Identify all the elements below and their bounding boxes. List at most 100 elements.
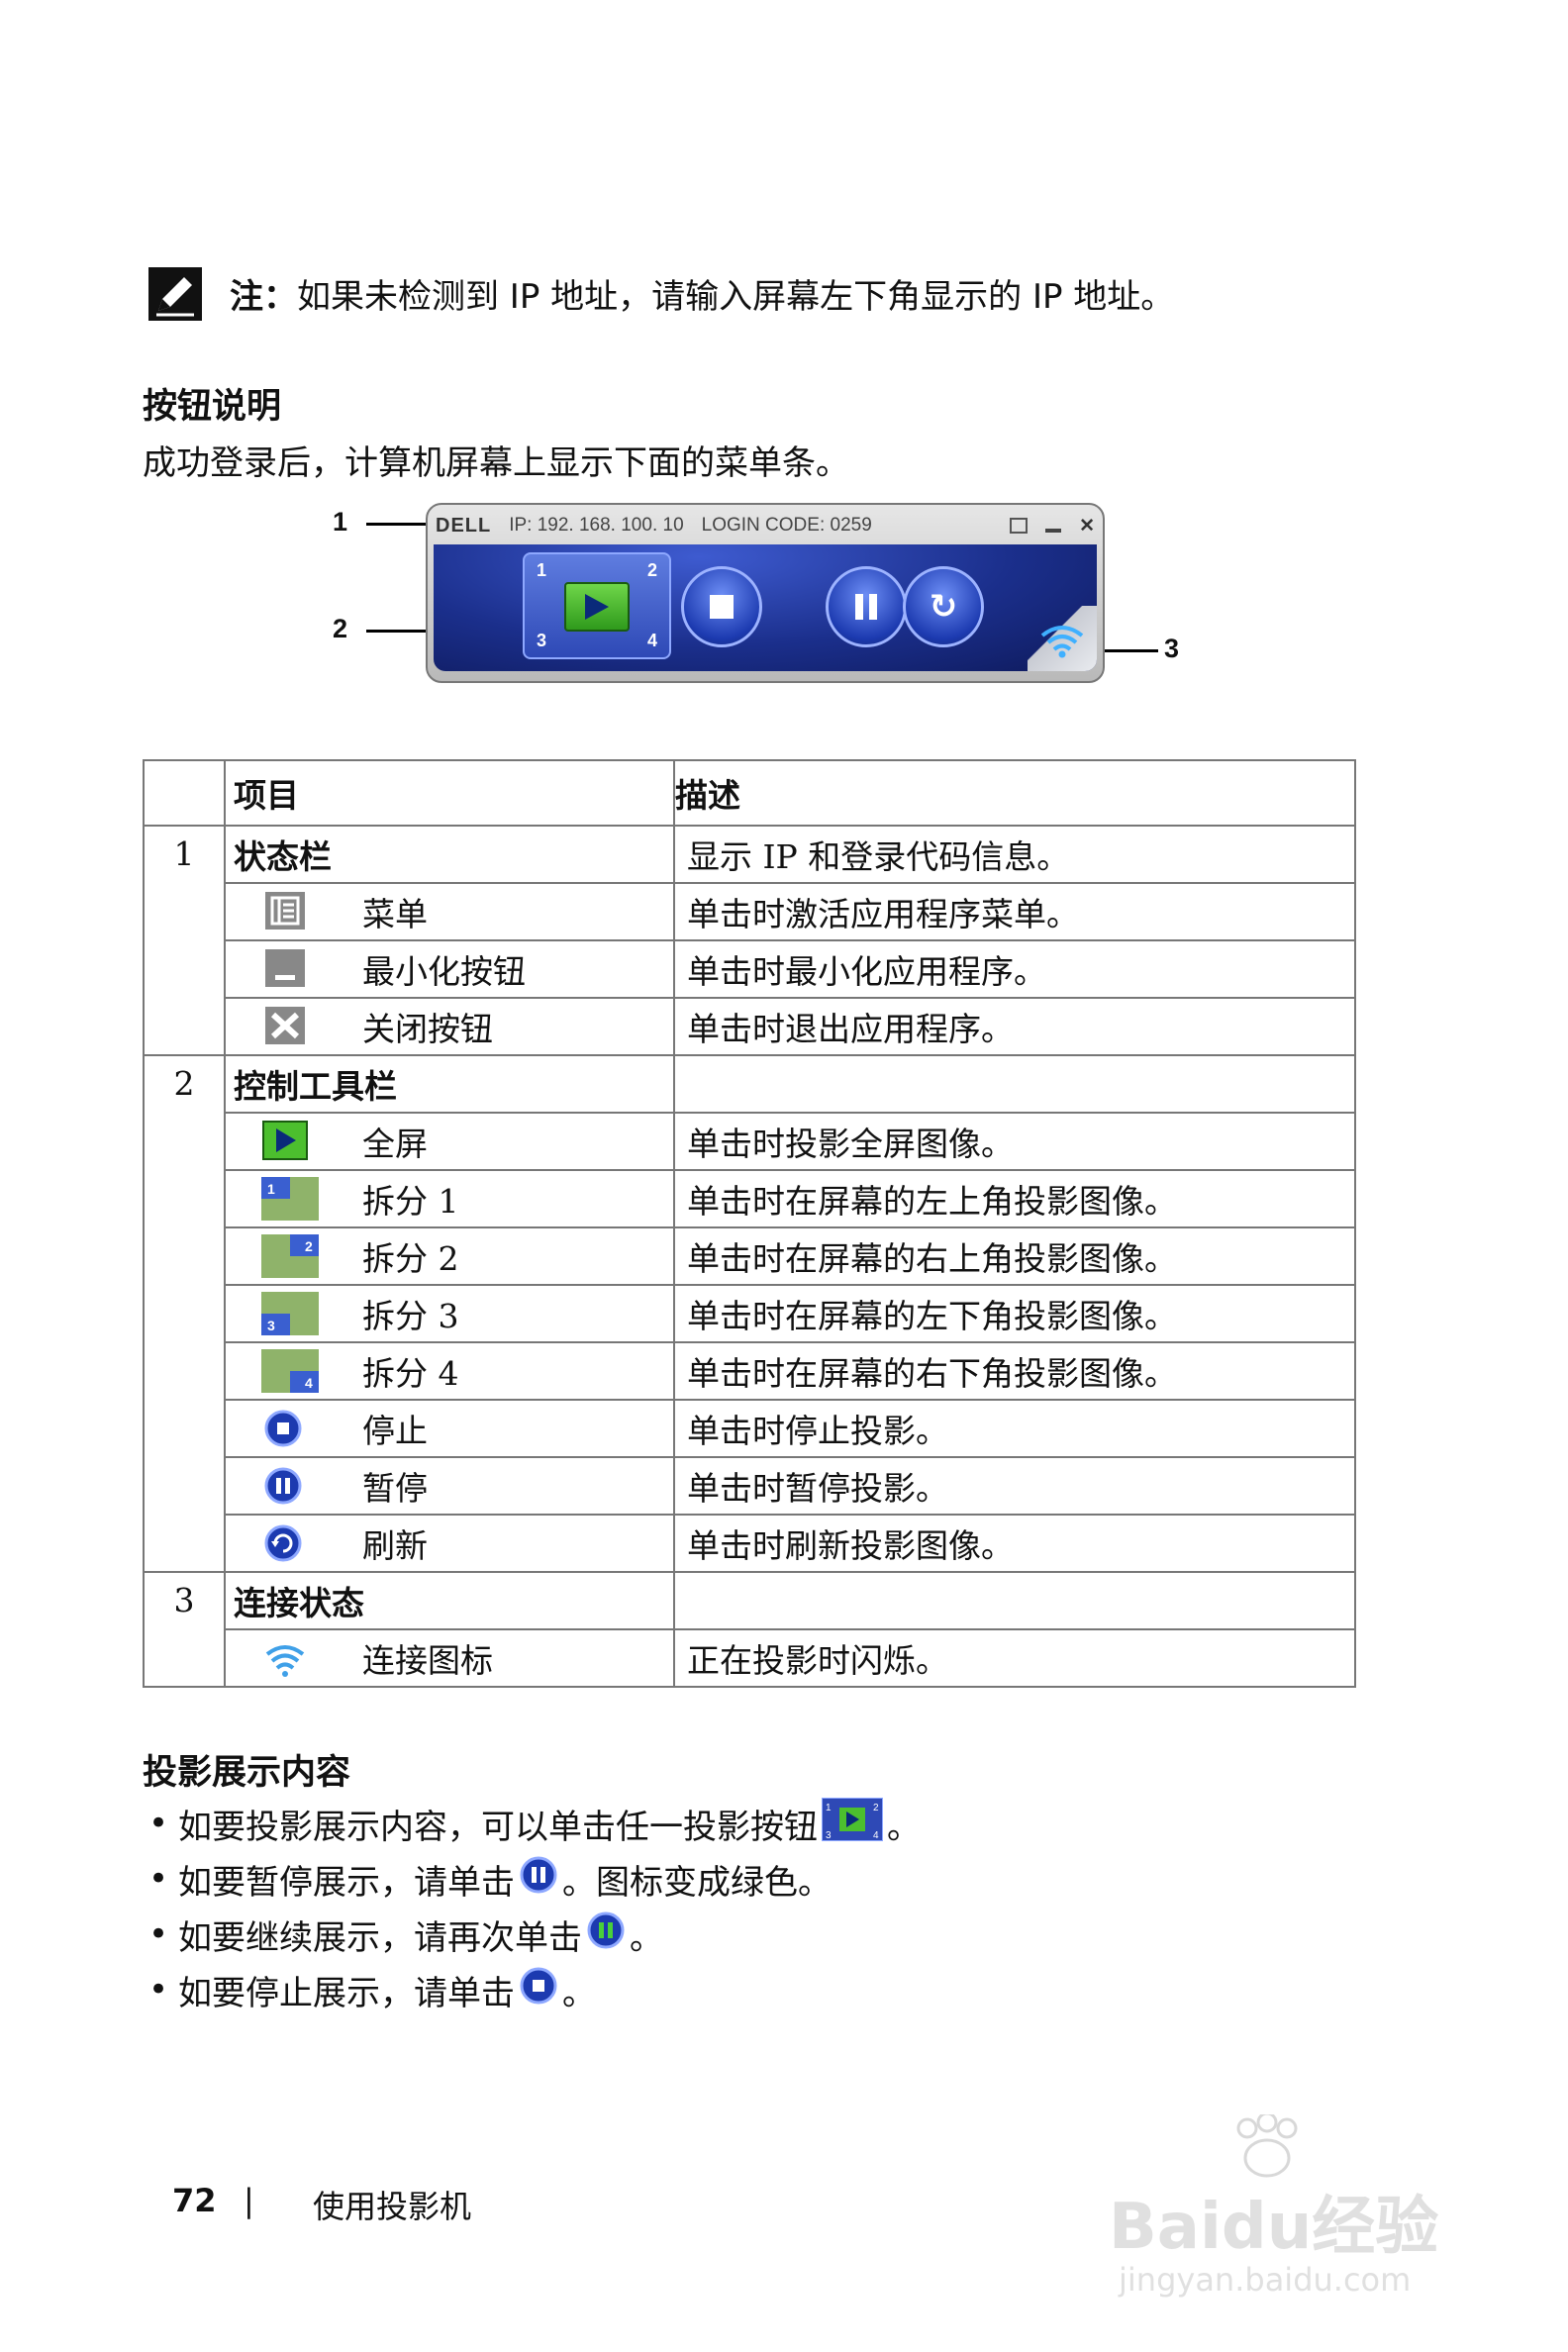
- svg-text:3: 3: [826, 1830, 832, 1841]
- pause-icon: [855, 594, 877, 620]
- table-row: 刷新 单击时刷新投影图像。: [144, 1514, 1356, 1573]
- projector-toolbar: DELL IP: 192. 168. 100. 10 LOGIN CODE: 0…: [426, 503, 1105, 683]
- refresh-icon: ↻: [929, 587, 958, 627]
- item-name: 最小化按钮: [362, 952, 526, 991]
- item-cell: 1 拆分 1: [224, 1169, 675, 1228]
- table-row: 暂停 单击时暂停投影。: [144, 1456, 1356, 1516]
- item-name: 拆分 4: [362, 1354, 459, 1393]
- callout-3-line: [1099, 649, 1158, 652]
- item-desc: 单击时在屏幕的左下角投影图像。: [673, 1284, 1356, 1343]
- svg-text:4: 4: [305, 1375, 313, 1391]
- item-cell: 连接图标: [224, 1628, 675, 1688]
- callout-2: 2: [333, 614, 348, 643]
- svg-text:4: 4: [873, 1830, 879, 1841]
- item-desc: 单击时在屏幕的左上角投影图像。: [673, 1169, 1356, 1228]
- item-cell: 4 拆分 4: [224, 1341, 675, 1401]
- quad-projection-button[interactable]: 1 2 3 4: [523, 552, 671, 659]
- group-number: 3: [143, 1571, 226, 1688]
- play-icon[interactable]: [564, 582, 630, 632]
- item-cell: 3 拆分 3: [224, 1284, 675, 1343]
- svg-text:2: 2: [873, 1803, 879, 1813]
- group-number: 2: [143, 1054, 226, 1573]
- page-number: 72: [172, 2182, 217, 2219]
- item-desc: 单击时刷新投影图像。: [673, 1514, 1356, 1573]
- callout-3: 3: [1164, 634, 1180, 663]
- wifi-icon: [261, 1636, 319, 1680]
- bullet-text: 如要继续展示，请再次单击: [178, 1917, 582, 1958]
- footer-separator: |: [244, 2182, 254, 2219]
- bullet-text-end: 。: [630, 1917, 663, 1958]
- section-title-projection: 投影展示内容: [143, 1753, 351, 1793]
- bullet-dot: •: [148, 1859, 169, 1899]
- item-desc: 单击时投影全屏图像。: [673, 1112, 1356, 1171]
- table-row: 菜单 单击时激活应用程序菜单。: [144, 882, 1356, 941]
- login-code: LOGIN CODE: 0259: [701, 515, 872, 536]
- item-name: 连接图标: [362, 1641, 493, 1680]
- pause-icon: [261, 1464, 319, 1508]
- group-desc: [673, 1571, 1356, 1630]
- item-cell: 关闭按钮: [224, 997, 675, 1056]
- quad-label-2: 2: [646, 560, 657, 580]
- pause-button[interactable]: [826, 566, 907, 647]
- svg-text:2: 2: [305, 1238, 313, 1254]
- quad-label-1: 1: [537, 560, 547, 580]
- table-row: 关闭按钮 单击时退出应用程序。: [144, 997, 1356, 1056]
- connection-status: [1028, 606, 1097, 671]
- table-row: 3 连接状态: [143, 1571, 1356, 1688]
- item-cell: 全屏: [224, 1112, 675, 1171]
- wifi-icon: [1040, 626, 1084, 658]
- group-title: 状态栏: [224, 825, 675, 884]
- note-body: 如果未检测到 IP 地址，请输入屏幕左下角显示的 IP 地址。: [297, 277, 1175, 317]
- item-name: 全屏: [362, 1125, 428, 1163]
- bullet-dot: •: [148, 1914, 169, 1954]
- close-icon[interactable]: ✕: [1079, 515, 1095, 538]
- item-name: 停止: [362, 1412, 428, 1450]
- refresh-icon: [261, 1521, 319, 1565]
- ip-address: IP: 192. 168. 100. 10: [509, 515, 684, 536]
- svg-text:3: 3: [267, 1318, 275, 1333]
- menu-icon: [261, 890, 319, 933]
- split4-icon: 4: [261, 1349, 319, 1393]
- table-row: 4 拆分 4 单击时在屏幕的右下角投影图像。: [144, 1341, 1356, 1401]
- table-row: 2 拆分 2 单击时在屏幕的右上角投影图像。: [144, 1226, 1356, 1286]
- item-desc: 单击时退出应用程序。: [673, 997, 1356, 1056]
- group-title: 控制工具栏: [224, 1054, 675, 1114]
- section-intro: 成功登录后，计算机屏幕上显示下面的菜单条。: [143, 443, 849, 483]
- split3-icon: 3: [261, 1292, 319, 1335]
- watermark-brand: Baidu经验: [1109, 2191, 1439, 2264]
- stop-icon: [261, 1407, 319, 1450]
- stop-button[interactable]: [681, 566, 762, 647]
- item-name: 菜单: [362, 895, 428, 933]
- minimize-icon[interactable]: [1045, 529, 1062, 533]
- watermark-url: jingyan.baidu.com: [1119, 2261, 1412, 2299]
- table-row: 连接图标 正在投影时闪烁。: [144, 1628, 1356, 1688]
- svg-text:1: 1: [267, 1181, 275, 1197]
- table-header-row: 项目 描述: [143, 759, 1356, 827]
- item-desc: 单击时激活应用程序菜单。: [673, 882, 1356, 941]
- split1-icon: 1: [261, 1177, 319, 1221]
- bullet-text: 如要投影展示内容，可以单击任一投影按钮: [178, 1807, 818, 1847]
- item-name: 拆分 3: [362, 1297, 459, 1335]
- table-row: 1 状态栏 显示 IP 和登录代码信息。: [143, 825, 1356, 1056]
- refresh-button[interactable]: ↻: [903, 566, 984, 647]
- item-name: 拆分 2: [362, 1239, 459, 1278]
- item-cell: 2 拆分 2: [224, 1226, 675, 1286]
- table-row: 3 拆分 3 单击时在屏幕的左下角投影图像。: [144, 1284, 1356, 1343]
- item-name: 暂停: [362, 1469, 428, 1508]
- menu-icon[interactable]: [1010, 518, 1029, 534]
- item-desc: 单击时在屏幕的右上角投影图像。: [673, 1226, 1356, 1286]
- stop-icon: [710, 595, 734, 619]
- group-desc: [673, 1054, 1356, 1114]
- bullet-text: 如要停止展示，请单击: [178, 1973, 515, 2013]
- header-desc: 描述: [673, 759, 1356, 827]
- item-desc: 单击时暂停投影。: [673, 1456, 1356, 1516]
- note-pencil-icon: [148, 267, 202, 321]
- table-row: 2 控制工具栏: [143, 1054, 1356, 1573]
- bullet-dot: •: [148, 1970, 169, 2009]
- group-number: 1: [143, 825, 226, 1056]
- item-cell: 最小化按钮: [224, 939, 675, 999]
- stop-icon: [519, 1966, 558, 2014]
- list-item: • 如要投影展示内容，可以单击任一投影按钮 1 2 3 4 。: [148, 1796, 921, 1851]
- item-name: 关闭按钮: [362, 1010, 493, 1048]
- baidu-watermark: Baidu经验 jingyan.baidu.com: [1109, 2114, 1505, 2312]
